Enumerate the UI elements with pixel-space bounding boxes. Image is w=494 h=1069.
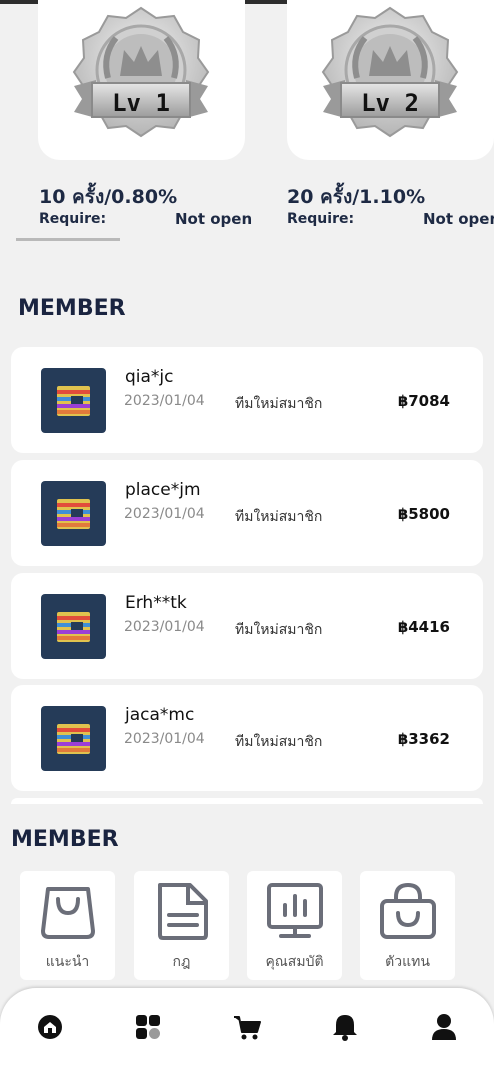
- bell-icon[interactable]: [330, 1012, 360, 1042]
- carousel-indicator: [16, 238, 120, 241]
- quick-link-recommend[interactable]: แนะนำ: [20, 871, 115, 980]
- member-name: qia*jc: [125, 367, 174, 387]
- quick-link-label: แนะนำ: [45, 954, 90, 970]
- bottom-nav: [0, 988, 494, 1069]
- level-1-badge-label: Lv 1: [112, 89, 170, 117]
- level-2-require-label: Require:: [287, 211, 355, 227]
- member-amount: ฿4416: [397, 618, 450, 636]
- level-2-badge-icon: Lv 2: [321, 6, 459, 138]
- user-icon[interactable]: [429, 1012, 459, 1042]
- member-description: ทีมใหม่สมาชิก: [235, 509, 323, 525]
- quick-link-label: คุณสมบัติ: [265, 954, 324, 970]
- quick-link-label: ตัวแทน: [385, 954, 430, 970]
- member-description: ทีมใหม่สมาชิก: [235, 622, 323, 638]
- level-1-require-label: Require:: [39, 211, 107, 227]
- member-name: Erh**tk: [125, 593, 187, 613]
- member-row-partial: [11, 798, 483, 804]
- member-date: 2023/01/04: [124, 731, 205, 747]
- shopping-bag-icon: [41, 887, 95, 939]
- avatar: [41, 594, 106, 659]
- bag-smile-icon: [380, 882, 436, 939]
- home-icon[interactable]: [35, 1012, 65, 1042]
- monitor-chart-icon: [267, 883, 323, 938]
- member-name: place*jm: [125, 480, 201, 500]
- member-amount: ฿5800: [397, 505, 450, 523]
- quick-link-agent[interactable]: ตัวแทน: [360, 871, 455, 980]
- avatar: [41, 368, 106, 433]
- level-card-2[interactable]: Lv 2: [287, 0, 494, 160]
- level-2-status: Not open: [423, 210, 494, 228]
- level-card-1[interactable]: Lv 1: [38, 0, 245, 160]
- quick-link-qualification[interactable]: คุณสมบัติ: [247, 871, 342, 980]
- level-carousel[interactable]: Lv 1 10 ครั้ง/0.80% Require: Not open Lv…: [0, 0, 494, 245]
- level-1-title: 10 ครั้ง/0.80%: [39, 186, 178, 208]
- member-description: ทีมใหม่สมาชิก: [235, 734, 323, 750]
- member-date: 2023/01/04: [124, 619, 205, 635]
- member-amount: ฿7084: [397, 392, 450, 410]
- document-icon: [158, 883, 208, 940]
- level-1-status: Not open: [175, 210, 253, 228]
- avatar: [41, 481, 106, 546]
- member-section-title: MEMBER: [18, 296, 126, 321]
- avatar: [41, 706, 106, 771]
- cart-icon[interactable]: [232, 1012, 262, 1042]
- member-date: 2023/01/04: [124, 393, 205, 409]
- member-row[interactable]: Erh**tk 2023/01/04 ทีมใหม่สมาชิก ฿4416: [11, 573, 483, 679]
- quick-link-rules[interactable]: กฎ: [134, 871, 229, 980]
- level-2-badge-label: Lv 2: [361, 89, 419, 117]
- level-1-badge-icon: Lv 1: [72, 6, 210, 138]
- quick-section-title: MEMBER: [11, 827, 119, 852]
- apps-grid-icon[interactable]: [133, 1012, 163, 1042]
- member-name: jaca*mc: [125, 705, 195, 725]
- member-date: 2023/01/04: [124, 506, 205, 522]
- member-row[interactable]: place*jm 2023/01/04 ทีมใหม่สมาชิก ฿5800: [11, 460, 483, 566]
- member-amount: ฿3362: [397, 730, 450, 748]
- level-2-title: 20 ครั้ง/1.10%: [287, 186, 426, 208]
- member-row[interactable]: qia*jc 2023/01/04 ทีมใหม่สมาชิก ฿7084: [11, 347, 483, 453]
- member-description: ทีมใหม่สมาชิก: [235, 396, 323, 412]
- quick-link-label: กฎ: [172, 954, 191, 970]
- member-row[interactable]: jaca*mc 2023/01/04 ทีมใหม่สมาชิก ฿3362: [11, 685, 483, 791]
